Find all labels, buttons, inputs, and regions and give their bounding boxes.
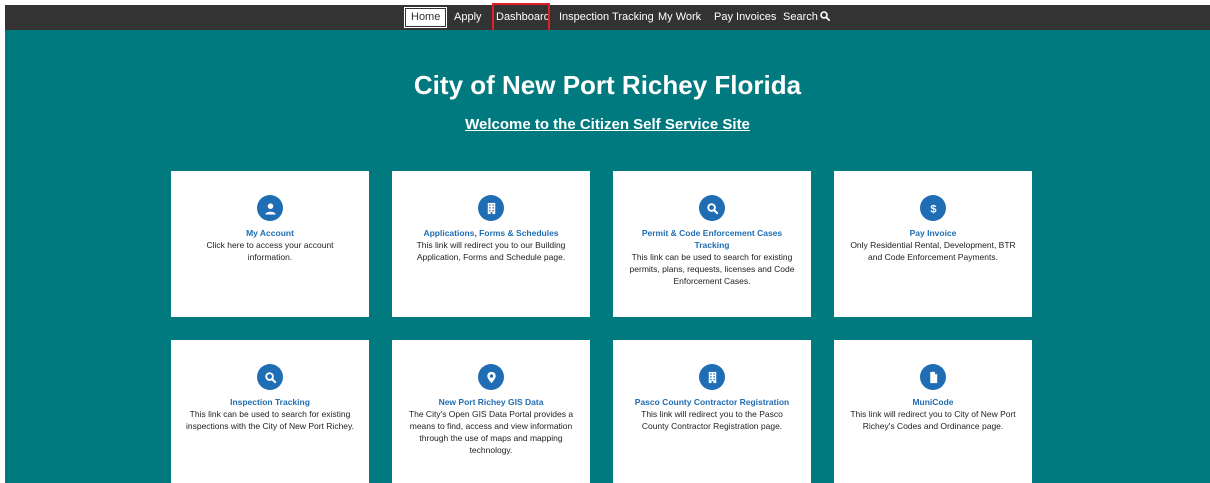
card-municode[interactable]: MuniCode This link will redirect you to … — [834, 340, 1032, 483]
card-title: Pasco County Contractor Registration — [634, 397, 790, 407]
nav-inspection-tracking[interactable]: Inspection Tracking — [559, 5, 654, 30]
welcome-link[interactable]: Welcome to the Citizen Self Service Site — [5, 116, 1210, 133]
card-title: Inspection Tracking — [230, 397, 310, 407]
card-gis-data[interactable]: New Port Richey GIS Data The City's Open… — [392, 340, 590, 483]
nav-dashboard[interactable]: Dashboard — [496, 5, 550, 30]
nav-home[interactable]: Home — [403, 7, 448, 28]
page-title: City of New Port Richey Florida — [413, 70, 802, 100]
card-title: MuniCode — [912, 397, 954, 407]
card-title: My Account — [246, 228, 294, 238]
card-description: This link can be used to search for exis… — [629, 252, 795, 286]
top-nav-bar: Home Apply Dashboard Inspection Tracking… — [5, 3, 1210, 34]
card-description: Only Residential Rental, Development, BT… — [850, 240, 1016, 262]
main-nav: Home Apply Dashboard Inspection Tracking… — [5, 5, 1210, 30]
nav-search[interactable]: Search — [783, 5, 830, 30]
file-icon — [920, 364, 946, 390]
nav-my-work[interactable]: My Work — [658, 5, 701, 30]
map-marker-icon — [478, 364, 504, 390]
card-description: This link will redirect you to City of N… — [850, 409, 1016, 431]
card-title: New Port Richey GIS Data — [438, 397, 544, 407]
nav-apply[interactable]: Apply — [454, 5, 482, 30]
card-inspection-tracking[interactable]: Inspection Tracking This link can be use… — [171, 340, 369, 483]
card-my-account[interactable]: My Account Click here to access your acc… — [171, 171, 369, 317]
building-icon — [699, 364, 725, 390]
card-permit-tracking[interactable]: Permit & Code Enforcement Cases Tracking… — [613, 171, 811, 317]
search-icon — [257, 364, 283, 390]
main-content: City of New Port Richey Florida Welcome … — [5, 30, 1210, 483]
card-pay-invoice[interactable]: $ Pay Invoice Only Residential Rental, D… — [834, 171, 1032, 317]
card-description: This link will redirect you to the Pasco… — [641, 409, 783, 431]
building-icon — [478, 195, 504, 221]
dollar-icon: $ — [920, 195, 946, 221]
card-title: Applications, Forms & Schedules — [423, 228, 559, 238]
nav-pay-invoices[interactable]: Pay Invoices — [714, 5, 776, 30]
card-title: Permit & Code Enforcement Cases Tracking — [641, 228, 783, 250]
svg-text:$: $ — [930, 203, 937, 214]
card-description: The City's Open GIS Data Portal provides… — [408, 409, 574, 455]
search-icon — [820, 11, 830, 21]
nav-search-label: Search — [783, 11, 818, 23]
card-applications-forms[interactable]: Applications, Forms & Schedules This lin… — [392, 171, 590, 317]
card-description: Click here to access your account inform… — [206, 240, 334, 262]
user-icon — [257, 195, 283, 221]
card-description: This link can be used to search for exis… — [185, 409, 355, 431]
search-icon — [699, 195, 725, 221]
card-description: This link will redirect you to our Build… — [416, 240, 566, 262]
card-contractor-registration[interactable]: Pasco County Contractor Registration Thi… — [613, 340, 811, 483]
card-title: Pay Invoice — [909, 228, 957, 238]
